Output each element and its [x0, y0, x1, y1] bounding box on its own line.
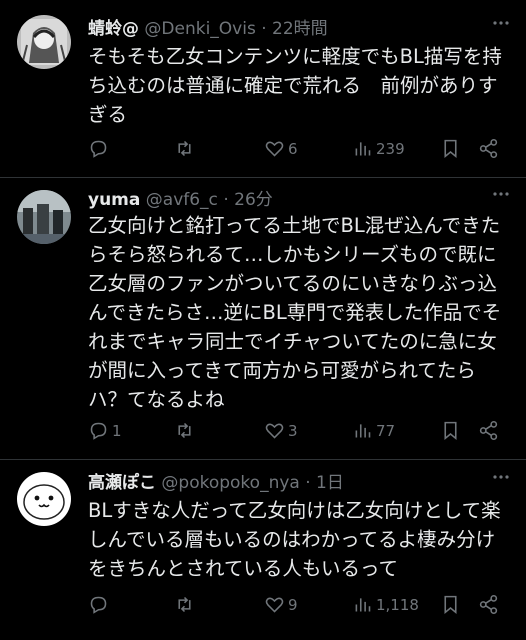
like-icon — [265, 141, 284, 157]
share-icon — [479, 594, 498, 615]
bookmark-icon — [444, 595, 457, 615]
action-bar: 6 239 — [88, 138, 508, 164]
bookmark-button[interactable] — [440, 420, 461, 441]
timestamp[interactable]: 22時間 — [272, 19, 328, 39]
tweet-1[interactable]: 蜻蛉@ @Denki_Ovis · 22時間 そもそも乙女コンテンツに軽度でもB… — [0, 0, 526, 178]
bookmark-icon — [444, 421, 457, 441]
views-button[interactable]: 239 — [352, 138, 405, 159]
like-count: 6 — [288, 139, 298, 158]
like-count: 9 — [288, 595, 298, 614]
views-icon — [355, 424, 371, 438]
views-button[interactable]: 1,118 — [352, 594, 419, 615]
share-icon — [479, 138, 498, 159]
views-icon — [355, 598, 371, 612]
bookmark-icon — [444, 139, 457, 159]
like-icon — [265, 597, 284, 613]
tweet-header: yuma @avf6_c · 26分 — [88, 185, 273, 210]
timestamp[interactable]: 26分 — [234, 190, 273, 210]
reply-icon — [90, 596, 107, 614]
tweet-header: 高瀬ぽこ @pokopoko_nya · 1日 — [88, 468, 344, 493]
avatar[interactable] — [17, 472, 71, 526]
retweet-icon — [178, 596, 191, 613]
views-button[interactable]: 77 — [352, 420, 395, 441]
like-icon — [265, 423, 284, 439]
share-button[interactable] — [478, 594, 499, 615]
tweet-text: 乙女向けと銘打ってる土地でBL混ぜ込んできたらそら怒られるて…しかもシリーズもの… — [88, 214, 502, 411]
display-name[interactable]: yuma — [88, 190, 140, 210]
share-icon — [479, 420, 498, 441]
like-button[interactable]: 9 — [264, 594, 298, 615]
reply-button[interactable] — [88, 138, 112, 159]
reply-count: 1 — [112, 421, 122, 440]
tweet-3[interactable]: 高瀬ぽこ @pokopoko_nya · 1日 BLすきな人だって乙女向けは乙女… — [0, 460, 526, 640]
bookmark-button[interactable] — [440, 138, 461, 159]
action-bar: 1 3 77 — [88, 420, 508, 446]
tweet-text: BLすきな人だって乙女向けは乙女向けとして楽しんでいる層もいるのはわかってるよ棲… — [88, 499, 501, 580]
reply-button[interactable]: 1 — [88, 420, 122, 441]
tweet-text: そもそも乙女コンテンツに軽度でもBL描写を持ち込むのは普通に確定で荒れる 前例が… — [88, 45, 502, 126]
reply-button[interactable] — [88, 594, 112, 615]
like-button[interactable]: 3 — [264, 420, 298, 441]
avatar[interactable] — [17, 190, 71, 244]
reply-icon — [90, 140, 107, 158]
handle[interactable]: @pokopoko_nya — [161, 473, 299, 493]
views-icon — [355, 142, 371, 156]
separator: · — [223, 190, 229, 210]
timestamp[interactable]: 1日 — [316, 473, 344, 493]
handle[interactable]: @Denki_Ovis — [144, 19, 255, 39]
more-icon[interactable] — [492, 464, 510, 485]
retweet-button[interactable] — [174, 594, 198, 615]
display-name[interactable]: 高瀬ぽこ — [88, 473, 156, 493]
bookmark-button[interactable] — [440, 594, 461, 615]
tweet-2[interactable]: yuma @avf6_c · 26分 乙女向けと銘打ってる土地でBL混ぜ込んでき… — [0, 178, 526, 460]
action-bar: 9 1,118 — [88, 594, 508, 620]
views-count: 239 — [376, 139, 405, 158]
handle[interactable]: @avf6_c — [146, 190, 218, 210]
separator: · — [261, 19, 267, 39]
display-name[interactable]: 蜻蛉@ — [88, 19, 139, 39]
like-count: 3 — [288, 421, 298, 440]
share-button[interactable] — [478, 420, 499, 441]
separator: · — [305, 473, 311, 493]
retweet-button[interactable] — [174, 138, 198, 159]
avatar[interactable] — [17, 15, 71, 69]
views-count: 1,118 — [376, 595, 419, 614]
more-icon[interactable] — [492, 181, 510, 202]
reply-icon — [90, 422, 107, 440]
tweet-header: 蜻蛉@ @Denki_Ovis · 22時間 — [88, 14, 328, 39]
more-icon[interactable] — [492, 10, 510, 31]
share-button[interactable] — [478, 138, 499, 159]
retweet-icon — [178, 140, 191, 157]
views-count: 77 — [376, 421, 396, 440]
retweet-icon — [178, 422, 191, 439]
retweet-button[interactable] — [174, 420, 198, 441]
like-button[interactable]: 6 — [264, 138, 298, 159]
